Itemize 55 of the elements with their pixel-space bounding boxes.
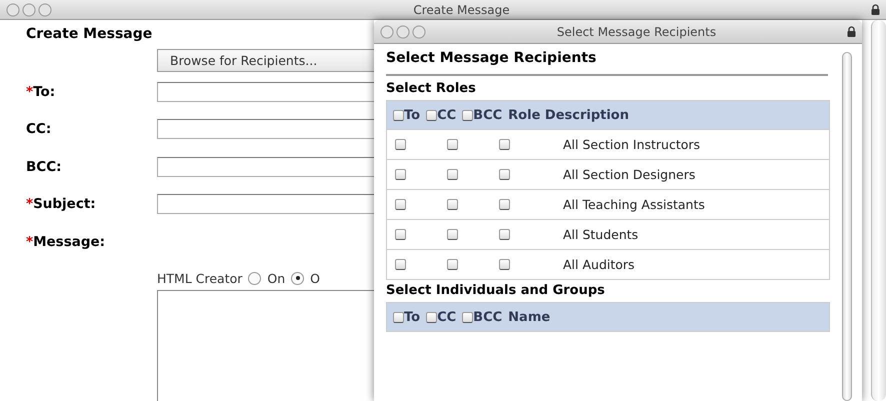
- column-header: Name: [508, 310, 550, 324]
- lock-icon: [871, 4, 880, 15]
- option-label: On: [267, 270, 286, 286]
- option-label: HTML Creator: [157, 270, 242, 286]
- checkbox[interactable]: [447, 139, 458, 150]
- checkbox[interactable]: [395, 169, 406, 180]
- checkbox[interactable]: [447, 169, 458, 180]
- scrollbar[interactable]: [871, 20, 886, 401]
- dialog-heading: Select Message Recipients: [386, 50, 596, 72]
- table-cell-text: All Section Designers: [562, 167, 696, 182]
- checkbox[interactable]: [395, 259, 406, 270]
- checkbox[interactable]: [499, 139, 510, 150]
- checkbox[interactable]: [395, 229, 406, 240]
- checkbox[interactable]: [462, 110, 474, 120]
- table-cell-text: All Teaching Assistants: [562, 197, 705, 212]
- table-cell-text: All Section Instructors: [562, 137, 700, 152]
- checkbox[interactable]: [426, 312, 438, 322]
- column-header: CC: [437, 108, 456, 122]
- checkbox[interactable]: [499, 229, 510, 240]
- checkbox[interactable]: [393, 312, 404, 322]
- checkbox[interactable]: [447, 229, 458, 240]
- checkbox[interactable]: [499, 199, 510, 210]
- scrollbar[interactable]: [842, 52, 852, 401]
- radio-button[interactable]: [291, 272, 304, 284]
- checkbox[interactable]: [393, 110, 404, 120]
- checkbox[interactable]: [447, 259, 458, 270]
- table-cell-text: All Auditors: [562, 257, 635, 272]
- lock-icon: [847, 26, 856, 37]
- column-header: To: [404, 108, 420, 122]
- column-header: CC: [437, 310, 456, 324]
- field-label: *Message:: [26, 234, 106, 250]
- section-title: Select Roles: [386, 80, 476, 98]
- column-header: BCC: [473, 310, 502, 324]
- section-title: Select Individuals and Groups: [386, 282, 605, 300]
- window-title: Create Message: [412, 2, 511, 16]
- radio-button[interactable]: [248, 272, 262, 284]
- checkbox[interactable]: [499, 259, 510, 270]
- field-label: BCC:: [26, 158, 63, 175]
- checkbox[interactable]: [462, 312, 474, 322]
- field-label: CC:: [26, 121, 52, 138]
- checkbox[interactable]: [499, 169, 510, 180]
- checkbox[interactable]: [395, 139, 406, 150]
- column-header: Role Description: [508, 108, 629, 122]
- table-cell-text: All Students: [562, 227, 638, 242]
- column-header: To: [404, 310, 420, 324]
- field-label: *Subject:: [26, 196, 97, 212]
- checkbox[interactable]: [426, 110, 438, 120]
- checkbox[interactable]: [395, 199, 406, 210]
- checkbox[interactable]: [447, 199, 458, 210]
- window-title: Select Message Recipients: [556, 24, 718, 38]
- browse-button[interactable]: Browse for Recipients...: [157, 49, 375, 72]
- column-header: BCC: [473, 108, 502, 122]
- field-label: *To:: [26, 84, 56, 100]
- form-heading: Create Message: [26, 26, 152, 44]
- option-label: O: [310, 270, 320, 286]
